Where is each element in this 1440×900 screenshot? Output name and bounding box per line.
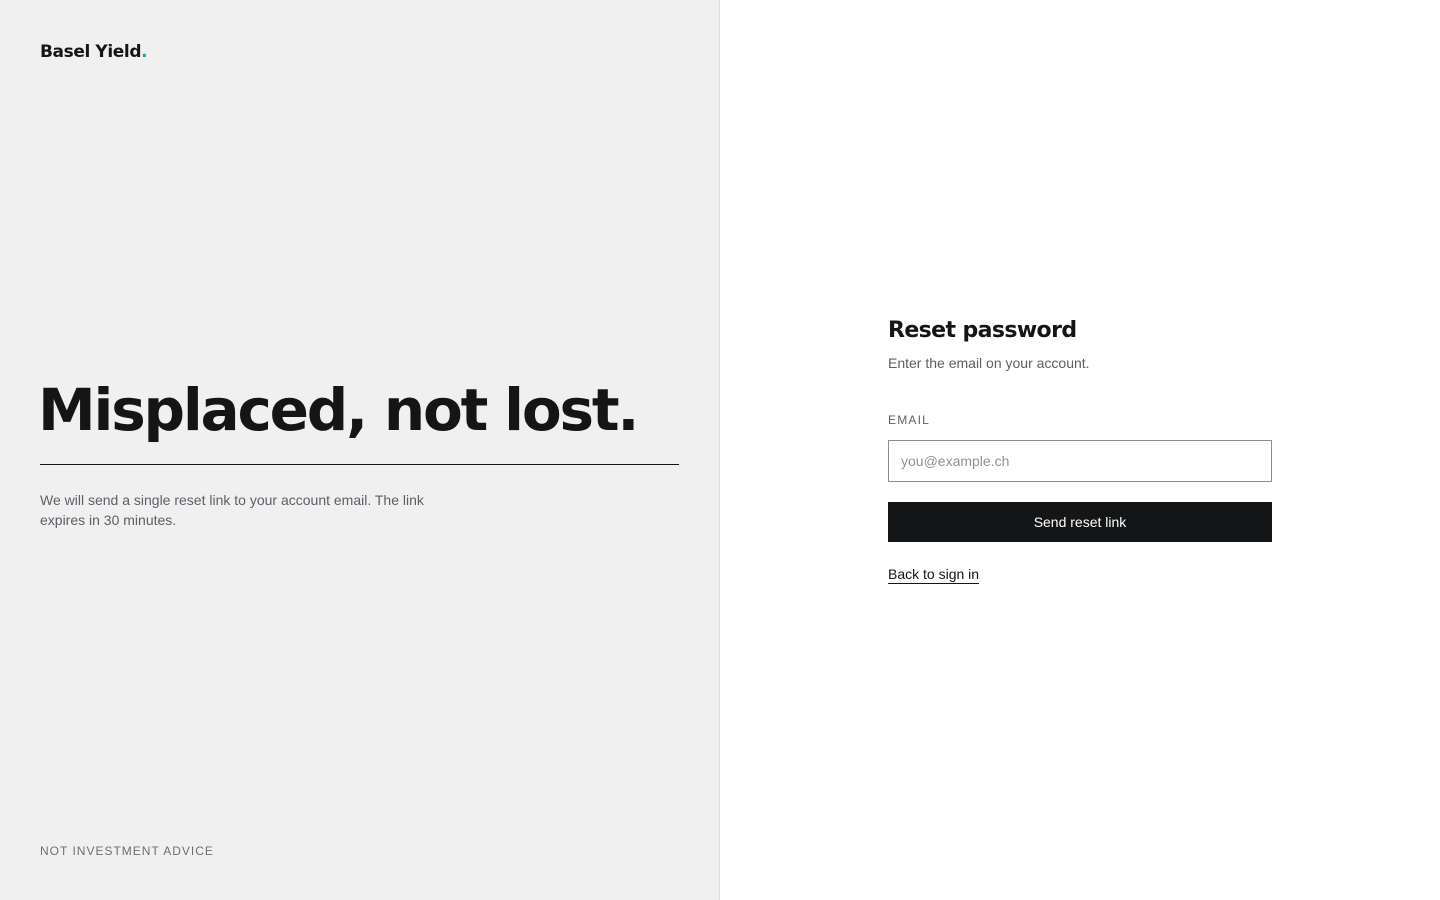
hero-blurb: We will send a single reset link to your… bbox=[40, 492, 424, 528]
form-subtitle: Enter the email on your account. bbox=[888, 355, 1090, 371]
brand-name: Basel Yield bbox=[40, 42, 142, 62]
reset-password-form: Reset password Enter the email on your a… bbox=[888, 316, 1272, 584]
email-input[interactable] bbox=[888, 440, 1272, 482]
hero-divider bbox=[40, 464, 679, 465]
hero-headline: Misplaced, not lost. bbox=[38, 376, 639, 444]
right-panel: Reset password Enter the email on your a… bbox=[720, 0, 1440, 900]
disclaimer-text: NOT INVESTMENT ADVICE bbox=[40, 844, 214, 858]
email-label: EMAIL bbox=[888, 413, 931, 427]
form-title: Reset password bbox=[888, 318, 1077, 343]
back-to-sign-in-link[interactable]: Back to sign in bbox=[888, 566, 980, 584]
brand-dot: . bbox=[141, 42, 148, 62]
brand-logo[interactable]: Basel Yield. bbox=[40, 42, 148, 62]
send-reset-link-button[interactable]: Send reset link bbox=[888, 502, 1272, 542]
left-panel: Basel Yield. Misplaced, not lost. We wil… bbox=[0, 0, 720, 900]
reset-password-page: Basel Yield. Misplaced, not lost. We wil… bbox=[0, 0, 1440, 900]
